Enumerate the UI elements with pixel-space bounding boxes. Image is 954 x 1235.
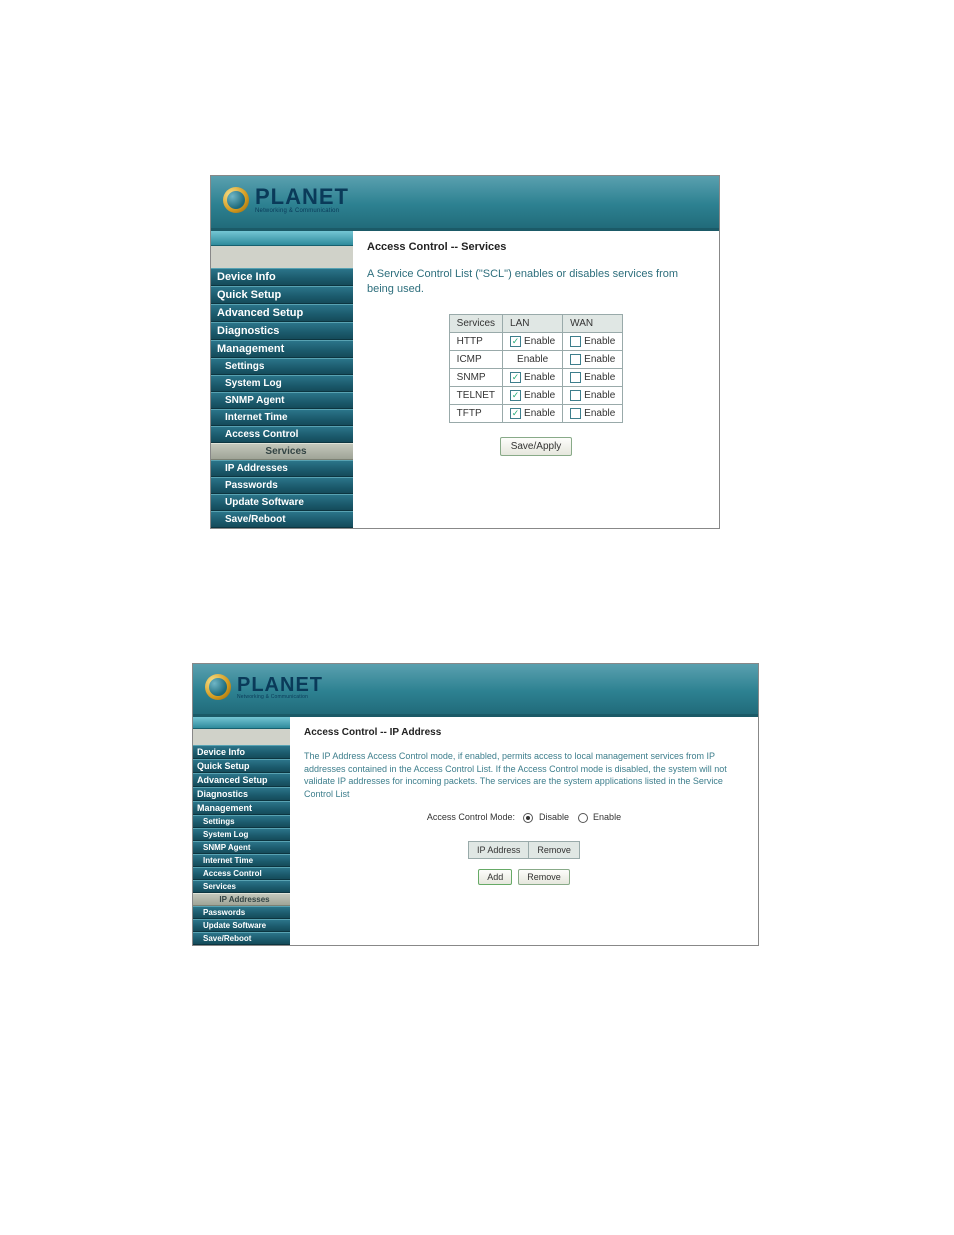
lan-label: Enable — [524, 336, 555, 347]
col-ip-address: IP Address — [469, 842, 529, 859]
sidebar-item-services[interactable]: Services — [211, 443, 353, 460]
header: PLANET Networking & Communication — [211, 176, 719, 231]
sidebar-item-access-control[interactable]: Access Control — [211, 426, 353, 443]
screenshot-ip-address: PLANET Networking & Communication Device… — [192, 663, 759, 946]
sidebar-item-save-reboot[interactable]: Save/Reboot — [193, 932, 290, 945]
sidebar-item-management[interactable]: Management — [211, 340, 353, 358]
content-pane: Access Control -- Services A Service Con… — [353, 231, 719, 528]
sidebar: Device InfoQuick SetupAdvanced SetupDiag… — [211, 231, 353, 528]
logo: PLANET Networking & Communication — [223, 186, 349, 214]
wan-checkbox[interactable] — [570, 354, 581, 365]
sidebar-item-ip-addresses[interactable]: IP Addresses — [211, 460, 353, 477]
sidebar-item-save-reboot[interactable]: Save/Reboot — [211, 511, 353, 528]
logo: PLANET Networking & Communication — [205, 674, 323, 700]
ip-table: IP AddressRemove — [468, 841, 580, 859]
remove-button[interactable]: Remove — [518, 869, 570, 885]
lan-label: Enable — [524, 390, 555, 401]
table-row: ICMPEnableEnable — [449, 350, 623, 368]
mode-row: Access Control Mode: Disable Enable — [304, 812, 744, 823]
sidebar-item-passwords[interactable]: Passwords — [211, 477, 353, 494]
wan-label: Enable — [584, 336, 615, 347]
sidebar-item-update-software[interactable]: Update Software — [211, 494, 353, 511]
lan-label: Enable — [503, 350, 563, 368]
sidebar-item-device-info[interactable]: Device Info — [193, 745, 290, 759]
add-button[interactable]: Add — [478, 869, 512, 885]
table-row: HTTP Enable Enable — [449, 332, 623, 350]
sidebar-item-settings[interactable]: Settings — [211, 358, 353, 375]
lan-checkbox[interactable] — [510, 336, 521, 347]
sidebar-item-access-control[interactable]: Access Control — [193, 867, 290, 880]
col-lan: LAN — [503, 314, 563, 332]
sidebar-item-settings[interactable]: Settings — [193, 815, 290, 828]
enable-radio[interactable] — [578, 813, 588, 823]
lan-label: Enable — [524, 372, 555, 383]
sidebar-item-advanced-setup[interactable]: Advanced Setup — [193, 773, 290, 787]
brand-name: PLANET — [255, 186, 349, 208]
logo-orb-icon — [205, 674, 231, 700]
sidebar-item-system-log[interactable]: System Log — [193, 828, 290, 841]
sidebar-spacer — [193, 729, 290, 745]
sidebar-item-advanced-setup[interactable]: Advanced Setup — [211, 304, 353, 322]
enable-label: Enable — [593, 812, 621, 822]
logo-orb-icon — [223, 187, 249, 213]
col-services: Services — [449, 314, 502, 332]
lan-checkbox[interactable] — [510, 372, 521, 383]
sidebar-item-ip-addresses[interactable]: IP Addresses — [193, 893, 290, 906]
page-description: The IP Address Access Control mode, if e… — [304, 750, 744, 800]
sidebar-item-device-info[interactable]: Device Info — [211, 268, 353, 286]
sidebar-item-internet-time[interactable]: Internet Time — [193, 854, 290, 867]
lan-label: Enable — [524, 408, 555, 419]
svc-name: ICMP — [449, 350, 502, 368]
wan-label: Enable — [584, 390, 615, 401]
col-wan: WAN — [563, 314, 623, 332]
sidebar-spacer — [211, 246, 353, 268]
page-description: A Service Control List ("SCL") enables o… — [367, 267, 705, 298]
save-apply-button[interactable]: Save/Apply — [500, 437, 573, 456]
svc-name: SNMP — [449, 368, 502, 386]
content-pane: Access Control -- IP Address The IP Addr… — [290, 717, 758, 945]
sidebar-item-update-software[interactable]: Update Software — [193, 919, 290, 932]
screenshot-services: PLANET Networking & Communication Device… — [210, 175, 720, 529]
sidebar-item-quick-setup[interactable]: Quick Setup — [193, 759, 290, 773]
sidebar-item-quick-setup[interactable]: Quick Setup — [211, 286, 353, 304]
page-title: Access Control -- IP Address — [304, 727, 744, 738]
services-table: ServicesLANWAN HTTPEnableEnableICMPEnabl… — [449, 314, 624, 423]
svc-name: TFTP — [449, 404, 502, 422]
wan-label: Enable — [584, 408, 615, 419]
sidebar-item-management[interactable]: Management — [193, 801, 290, 815]
wan-checkbox[interactable] — [570, 336, 581, 347]
sidebar-item-diagnostics[interactable]: Diagnostics — [211, 322, 353, 340]
disable-radio[interactable] — [523, 813, 533, 823]
brand-name: PLANET — [237, 675, 323, 695]
lan-checkbox[interactable] — [510, 408, 521, 419]
sidebar-item-system-log[interactable]: System Log — [211, 375, 353, 392]
header: PLANET Networking & Communication — [193, 664, 758, 717]
wan-checkbox[interactable] — [570, 390, 581, 401]
sidebar-item-internet-time[interactable]: Internet Time — [211, 409, 353, 426]
wan-checkbox[interactable] — [570, 372, 581, 383]
sidebar-item-services[interactable]: Services — [193, 880, 290, 893]
brand-tagline: Networking & Communication — [255, 208, 349, 214]
wan-label: Enable — [584, 354, 615, 365]
table-row: TELNET Enable Enable — [449, 386, 623, 404]
sidebar: Device InfoQuick SetupAdvanced SetupDiag… — [193, 717, 290, 945]
disable-label: Disable — [539, 812, 569, 822]
sidebar-item-snmp-agent[interactable]: SNMP Agent — [211, 392, 353, 409]
page-title: Access Control -- Services — [367, 241, 705, 253]
table-row: TFTP Enable Enable — [449, 404, 623, 422]
wan-checkbox[interactable] — [570, 408, 581, 419]
svc-name: HTTP — [449, 332, 502, 350]
lan-checkbox[interactable] — [510, 390, 521, 401]
sidebar-top-strip — [211, 231, 353, 246]
col-remove: Remove — [529, 842, 580, 859]
sidebar-item-diagnostics[interactable]: Diagnostics — [193, 787, 290, 801]
sidebar-top-strip — [193, 717, 290, 729]
sidebar-item-passwords[interactable]: Passwords — [193, 906, 290, 919]
wan-label: Enable — [584, 372, 615, 383]
svc-name: TELNET — [449, 386, 502, 404]
table-row: SNMP Enable Enable — [449, 368, 623, 386]
mode-label: Access Control Mode: — [427, 812, 515, 822]
sidebar-item-snmp-agent[interactable]: SNMP Agent — [193, 841, 290, 854]
